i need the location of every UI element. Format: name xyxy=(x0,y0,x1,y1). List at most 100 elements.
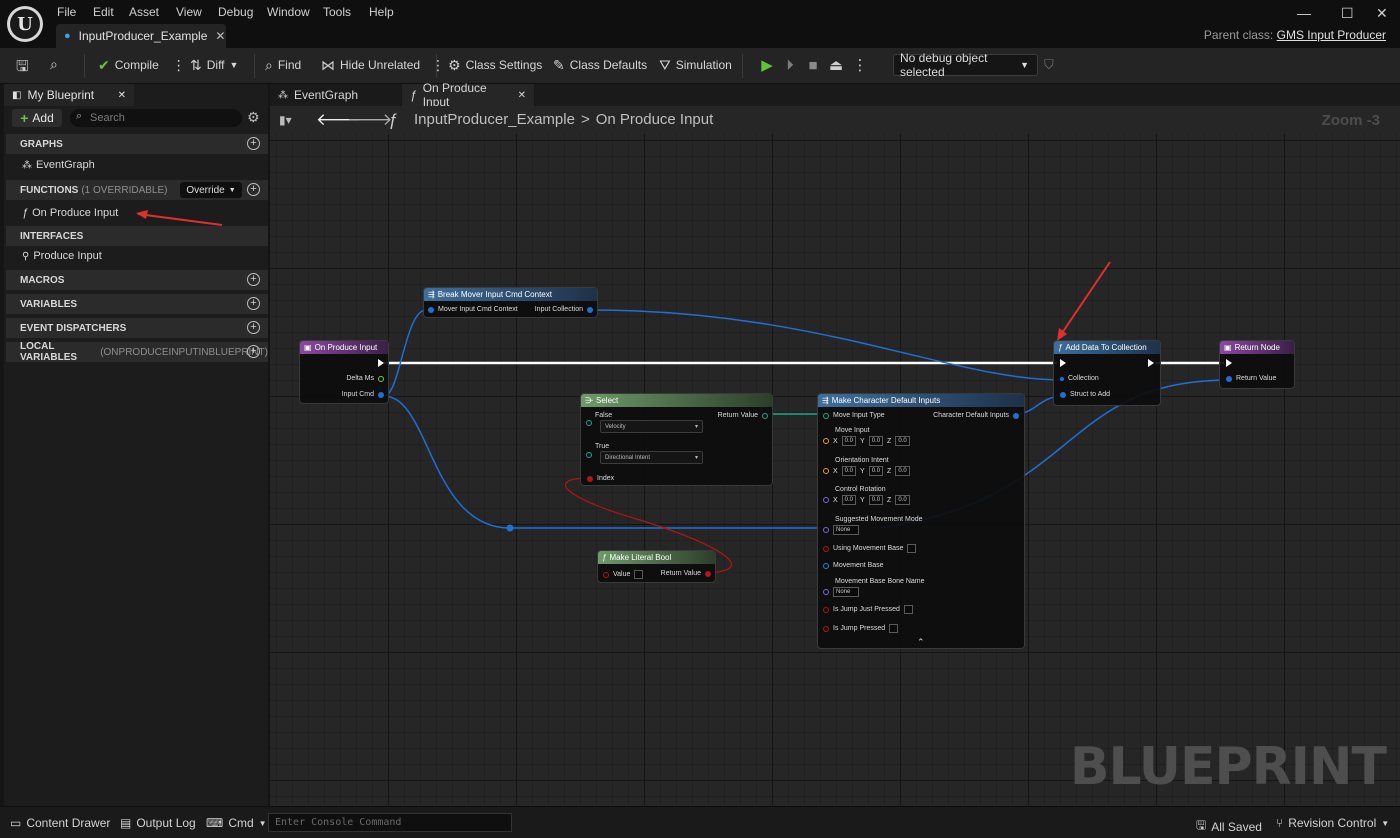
name-field[interactable]: None xyxy=(833,587,859,597)
vector-y-field[interactable]: 0.0 xyxy=(868,436,884,446)
combo-value: Directional Intent xyxy=(605,454,651,461)
exec-out-pin[interactable] xyxy=(1148,359,1154,367)
pin-movement-base-bone-name[interactable]: None xyxy=(823,587,859,597)
exec-out-pin[interactable] xyxy=(378,359,384,367)
annotation-arrowhead xyxy=(136,210,148,219)
content-drawer-label: Content Drawer xyxy=(26,816,111,830)
pin-false-label: False xyxy=(595,412,613,419)
pin-suggested-movement-mode[interactable]: None xyxy=(823,525,859,535)
pin-delta-ms[interactable]: Delta Ms xyxy=(346,375,384,382)
vector-x-field[interactable]: 0.0 xyxy=(841,436,857,446)
name-field[interactable]: None xyxy=(833,525,859,535)
node-header: ▣ On Produce Input xyxy=(300,341,388,354)
node-make-literal-bool[interactable]: ƒ Make Literal Bool Value Return Value xyxy=(597,550,716,583)
node-select[interactable]: ⋺ Select False Velocity ▾ True Directional… xyxy=(580,393,773,486)
axis-label: Y xyxy=(860,496,865,504)
pin-movement-base[interactable]: Movement Base xyxy=(823,562,884,569)
pin-struct-to-add[interactable]: Struct to Add xyxy=(1060,391,1110,398)
vector-z-field[interactable]: 0.0 xyxy=(895,466,910,476)
revision-control-button[interactable]: ⑂ Revision Control ▼ xyxy=(1276,816,1389,830)
node-title: Break Mover Input Cmd Context xyxy=(437,290,552,299)
checkbox[interactable] xyxy=(889,624,899,633)
pin-label: Move Input Type xyxy=(833,412,885,419)
node-break-context[interactable]: ⇶ Break Mover Input Cmd Context Mover Inp… xyxy=(423,287,598,318)
select-true-combo[interactable]: Directional Intent ▾ xyxy=(600,451,703,464)
content-drawer-button[interactable]: ▭ Content Drawer xyxy=(10,816,110,830)
pin-mover-input-cmd-context[interactable]: Mover Input Cmd Context xyxy=(428,306,518,313)
rotator-z-field[interactable]: 0.0 xyxy=(895,495,910,505)
data-wire xyxy=(590,309,1064,381)
chevron-down-icon: ▼ xyxy=(258,818,267,828)
axis-label: Z xyxy=(887,496,892,504)
collapse-chevron-icon[interactable]: ⌃ xyxy=(917,637,925,648)
select-false-combo[interactable]: Velocity ▾ xyxy=(600,420,703,433)
checkbox[interactable] xyxy=(903,605,913,614)
node-on-produce-input[interactable]: ▣ On Produce Input Delta Ms Input Cmd xyxy=(299,340,389,404)
pin-is-jump-pressed[interactable]: Is Jump Pressed xyxy=(823,624,899,633)
output-log-label: Output Log xyxy=(136,816,196,830)
data-wire xyxy=(383,309,427,397)
pin-value[interactable]: Value xyxy=(603,570,644,579)
vector-y-field[interactable]: 0.0 xyxy=(868,466,884,476)
pin-collection[interactable]: Collection xyxy=(1060,375,1099,382)
chevron-down-icon: ▾ xyxy=(694,424,698,430)
node-title: Select xyxy=(596,396,619,405)
exec-in-pin[interactable] xyxy=(1226,359,1232,367)
pin-label: Index xyxy=(597,475,615,482)
axis-label: Z xyxy=(887,437,892,445)
revision-control-icon: ⑂ xyxy=(1276,816,1284,830)
output-log-button[interactable]: ▤ Output Log xyxy=(120,816,196,830)
pin-return-value[interactable]: Return Value xyxy=(1226,375,1276,382)
pin-index[interactable]: Index xyxy=(587,475,614,482)
annotation-arrow xyxy=(1059,261,1111,337)
cmd-dropdown[interactable]: ⌨ Cmd ▼ xyxy=(206,816,267,830)
revision-control-label: Revision Control xyxy=(1288,816,1377,830)
pin-using-movement-base[interactable]: Using Movement Base xyxy=(823,544,917,553)
console-icon: ⌨ xyxy=(206,816,224,830)
axis-label: Z xyxy=(887,467,892,475)
pin-label: Collection xyxy=(1068,375,1099,382)
pin-move-input[interactable]: X 0.0 Y 0.0 Z 0.0 xyxy=(823,436,910,446)
break-icon: ⇶ xyxy=(428,290,435,299)
pin-control-rotation[interactable]: X 0.0 Y 0.0 Z 0.0 xyxy=(823,495,910,505)
pin-label: Value xyxy=(613,571,631,578)
vector-z-field[interactable]: 0.0 xyxy=(895,436,910,446)
combo-value: Velocity xyxy=(605,423,626,430)
rotator-x-field[interactable]: 0.0 xyxy=(841,495,857,505)
pin-input-collection[interactable]: Input Collection xyxy=(535,306,593,313)
all-saved-button[interactable]: 🖫 All Saved xyxy=(1196,816,1262,837)
pin-input-cmd[interactable]: Input Cmd xyxy=(342,391,384,398)
pin-move-input-type[interactable]: Move Input Type xyxy=(823,412,885,419)
pin-label: Delta Ms xyxy=(346,375,374,382)
reroute-node xyxy=(506,524,514,532)
cmd-label: Cmd xyxy=(228,816,254,830)
pin-orientation-intent[interactable]: X 0.0 Y 0.0 Z 0.0 xyxy=(823,466,910,476)
console-input[interactable]: Enter Console Command xyxy=(268,813,512,832)
node-return[interactable]: ▣ Return Node Return Value xyxy=(1219,340,1295,389)
pin-true[interactable] xyxy=(586,452,592,458)
pin-label: Input Collection xyxy=(534,306,583,313)
exec-in-pin[interactable] xyxy=(1060,359,1066,367)
pin-character-default-inputs[interactable]: Character Default Inputs xyxy=(933,412,1019,419)
chevron-down-icon: ▼ xyxy=(1381,818,1390,828)
pin-label: Movement Base xyxy=(833,562,884,569)
function-icon: ▣ xyxy=(1224,343,1232,352)
node-make-character-default-inputs[interactable]: ⇶ Make Character Default Inputs Move Inpu… xyxy=(817,393,1025,649)
pin-is-jump-just-pressed[interactable]: Is Jump Just Pressed xyxy=(823,605,913,614)
pin-move-input-label: Move Input xyxy=(835,427,870,434)
vector-x-field[interactable]: 0.0 xyxy=(841,466,857,476)
node-header: ⋺ Select xyxy=(581,394,772,407)
pin-label: Using Movement Base xyxy=(833,545,904,552)
axis-label: Y xyxy=(860,467,865,475)
content-drawer-icon: ▭ xyxy=(10,816,22,830)
chevron-down-icon: ▾ xyxy=(694,455,698,461)
value-checkbox[interactable] xyxy=(634,570,644,579)
pin-label: Is Jump Just Pressed xyxy=(833,606,900,613)
checkbox[interactable] xyxy=(907,544,917,553)
pin-return-value[interactable]: Return Value xyxy=(718,412,768,419)
node-header: ƒ Make Literal Bool xyxy=(598,551,715,564)
node-add-data-to-collection[interactable]: ƒ Add Data To Collection Collection Struc… xyxy=(1053,340,1161,406)
rotator-y-field[interactable]: 0.0 xyxy=(868,495,884,505)
pin-false[interactable] xyxy=(586,420,592,426)
pin-return-value[interactable]: Return Value xyxy=(661,570,711,577)
